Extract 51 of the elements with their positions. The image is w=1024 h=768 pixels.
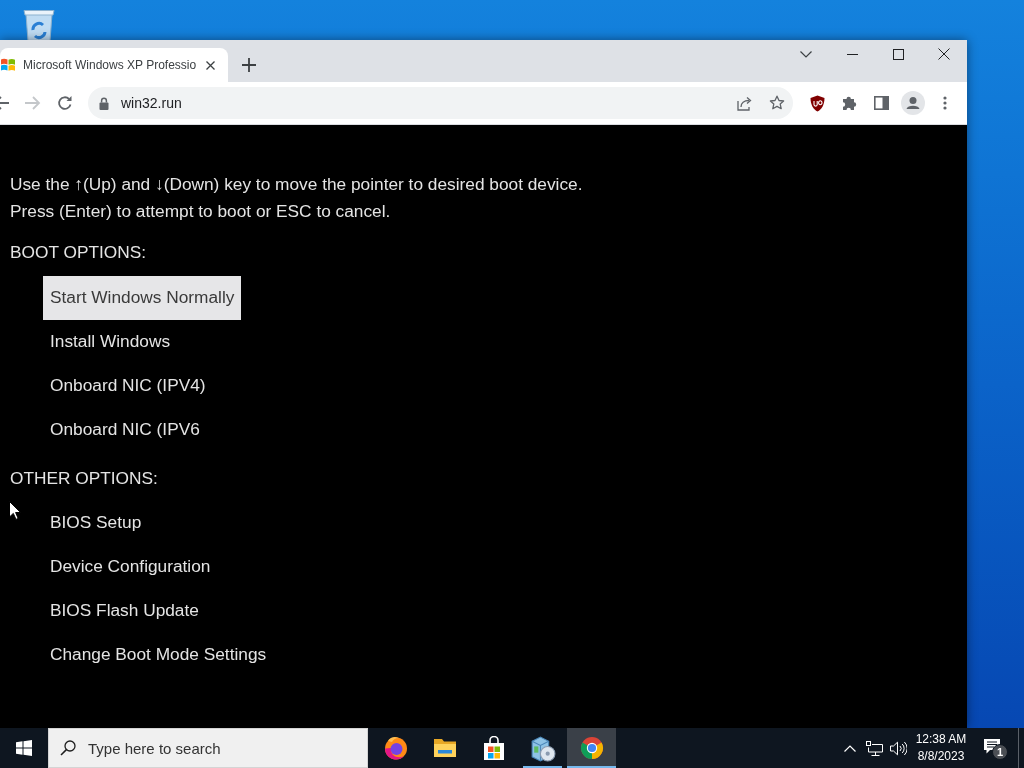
boot-menu-option[interactable]: Install Windows [43,320,178,364]
more-vertical-icon [943,96,947,110]
clock-time: 12:38 AM [915,731,967,748]
chrome-button[interactable] [567,728,616,768]
speaker-icon [889,740,907,756]
running-indicator [567,766,616,768]
action-center-button[interactable]: 1 [972,728,1018,768]
address-text: win32.run [121,93,182,113]
chevron-up-icon [844,744,856,752]
mouse-pointer-icon [9,501,21,520]
star-icon [769,95,785,111]
instruction-text: Use the ↑(Up) and ↓(Down) key to move the pointer to desired boot device. [10,173,583,196]
search-icon [60,740,76,756]
network-icon [865,740,883,756]
running-indicator [523,766,562,768]
plus-icon [242,58,256,72]
boot-menu-option[interactable]: Change Boot Mode Settings [43,633,274,677]
arrow-right-icon [25,95,41,111]
side-panel-icon [873,96,889,110]
close-icon [938,48,950,60]
browser-tab[interactable]: Microsoft Windows XP Professio [0,48,228,82]
boot-menu-option[interactable]: BIOS Flash Update [43,589,206,633]
close-icon [205,60,215,70]
windows-flag-icon [0,57,16,73]
instruction-text: Press (Enter) to attempt to boot or ESC to cancel. [10,200,391,223]
search-field[interactable]: Type here to search [48,728,368,768]
box-with-disc-icon [529,734,556,762]
notification-count: 1 [992,744,1008,760]
boot-menu-option[interactable]: Onboard NIC (IPV4) [43,364,213,408]
clock-date: 8/8/2023 [917,748,965,765]
chevron-down-icon [800,50,812,58]
windows-logo-icon [16,740,32,756]
boot-menu-option[interactable]: Device Configuration [43,545,218,589]
boot-menu-option[interactable]: Onboard NIC (IPV6 [43,408,207,452]
maximize-icon [892,48,904,60]
share-icon [737,95,753,111]
chrome-logo-icon [579,736,604,760]
folder-icon [432,738,457,758]
lock-icon [99,96,109,110]
avatar-icon [901,91,925,115]
minimize-icon [846,53,858,55]
address-bar[interactable]: win32.run [88,87,793,119]
section-heading: OTHER OPTIONS: [10,467,158,490]
shopping-bag-icon [482,736,505,760]
boot-menu-option[interactable]: BIOS Setup [43,501,149,545]
section-heading: BOOT OPTIONS: [10,241,147,264]
shield-icon [809,94,825,112]
reload-icon [57,95,73,111]
firefox-logo-icon [383,736,408,760]
puzzle-piece-icon [841,95,857,111]
boot-menu-option[interactable]: Start Windows Normally [43,276,242,320]
